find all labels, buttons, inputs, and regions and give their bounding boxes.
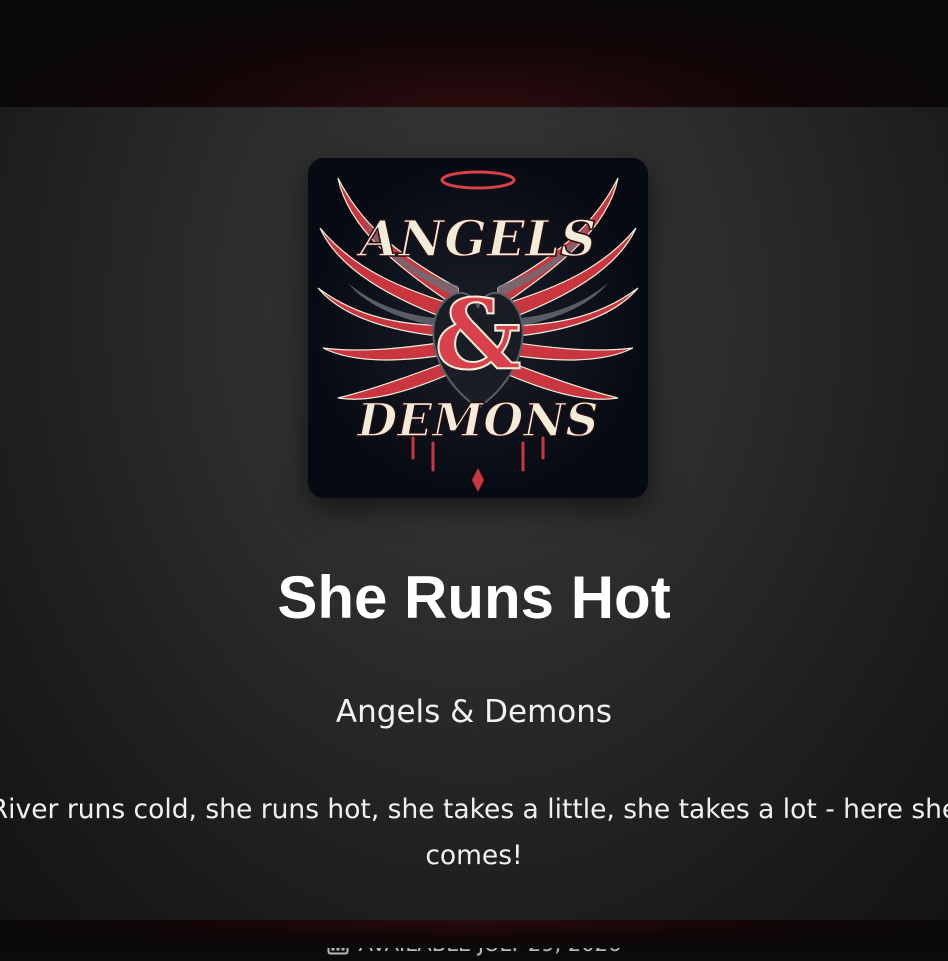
release-title: She Runs Hot <box>277 564 671 631</box>
angels-demons-logo: ANGELS & DEMONS <box>308 158 648 498</box>
logo-line1: ANGELS <box>356 209 597 268</box>
album-cover: ANGELS & DEMONS <box>308 158 648 498</box>
footer-backdrop <box>0 920 948 948</box>
logo-line2: DEMONS <box>355 393 598 447</box>
release-description: River runs cold, she runs hot, she takes… <box>0 794 948 871</box>
artist-name: Angels & Demons <box>335 694 613 730</box>
logo-ampersand: & <box>435 278 522 391</box>
header-backdrop <box>0 0 948 107</box>
release-card: ANGELS & DEMONS She Runs Hot Angels & De… <box>0 107 948 956</box>
